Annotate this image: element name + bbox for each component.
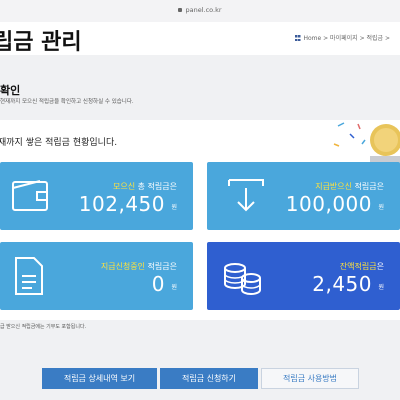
- card-label: 지급신청중인 적립금은: [101, 261, 177, 272]
- total-saved-card: 모으신 총 적립금은 102,450 원: [0, 162, 193, 230]
- card-label-highlight: 모으신: [113, 182, 136, 191]
- card-unit: 원: [171, 204, 177, 211]
- card-unit: 원: [378, 204, 384, 211]
- section-description: 현재까지 모으신 적립금을 확인하고 신청하실 수 있습니다.: [0, 99, 134, 105]
- card-label: 모으신 총 적립금은: [113, 181, 177, 192]
- card-value: 102,450: [78, 192, 165, 216]
- summary-heading: 재까지 쌓은 적립금 현황입니다.: [0, 138, 118, 148]
- card-label-rest: 은: [376, 262, 384, 271]
- balance-card: 잔액적립금은 2,450 원: [207, 242, 400, 310]
- url-text: panel.co.kr: [185, 6, 222, 14]
- card-label-rest: 총 적립금은: [135, 182, 177, 191]
- card-unit: 원: [378, 284, 384, 291]
- home-grid-icon: [294, 35, 301, 41]
- pending-request-card: 지급신청중인 적립금은 0 원: [0, 242, 193, 310]
- card-label-highlight: 잔액적립금: [339, 262, 377, 271]
- card-unit: 원: [171, 284, 177, 291]
- card-label-highlight: 지급신청중인: [100, 262, 146, 271]
- document-icon: [15, 257, 43, 295]
- card-label-rest: 적립금은: [352, 182, 384, 191]
- apply-payout-button[interactable]: 적립금 신청하기: [160, 368, 258, 389]
- section-title: 확인: [0, 84, 21, 97]
- view-history-button[interactable]: 적립금 상세내역 보기: [42, 368, 157, 389]
- card-label: 잔액적립금은: [340, 261, 384, 272]
- url-display[interactable]: panel.co.kr: [0, 6, 400, 14]
- card-value: 100,000: [285, 192, 372, 216]
- browser-address-bar[interactable]: panel.co.kr: [0, 0, 400, 22]
- coin-confetti-decoration: [333, 122, 400, 164]
- card-label-highlight: 지급받으신: [315, 182, 353, 191]
- breadcrumb-text[interactable]: Home > 마이페이지 > 적립금 >: [304, 35, 391, 42]
- breadcrumb: Home > 마이페이지 > 적립금 >: [294, 33, 391, 42]
- footnote: 급 받으신 적립금에는 기부도 포함됩니다.: [0, 324, 87, 330]
- lock-icon: [178, 8, 183, 12]
- page-title: 립금 관리: [0, 30, 82, 55]
- card-value: 0: [151, 272, 165, 296]
- card-value: 2,450: [312, 272, 372, 296]
- coins-icon: [224, 263, 261, 295]
- wallet-icon: [12, 180, 48, 211]
- card-label-rest: 적립금은: [145, 262, 177, 271]
- page-header: 립금 관리 Home > 마이페이지 > 적립금 >: [0, 22, 400, 55]
- download-arrow-icon: [228, 179, 264, 212]
- card-label: 지급받으신 적립금은: [315, 181, 384, 192]
- usage-guide-button[interactable]: 적립금 사용방법: [261, 368, 359, 389]
- paid-amount-card: 지급받으신 적립금은 100,000 원: [207, 162, 400, 230]
